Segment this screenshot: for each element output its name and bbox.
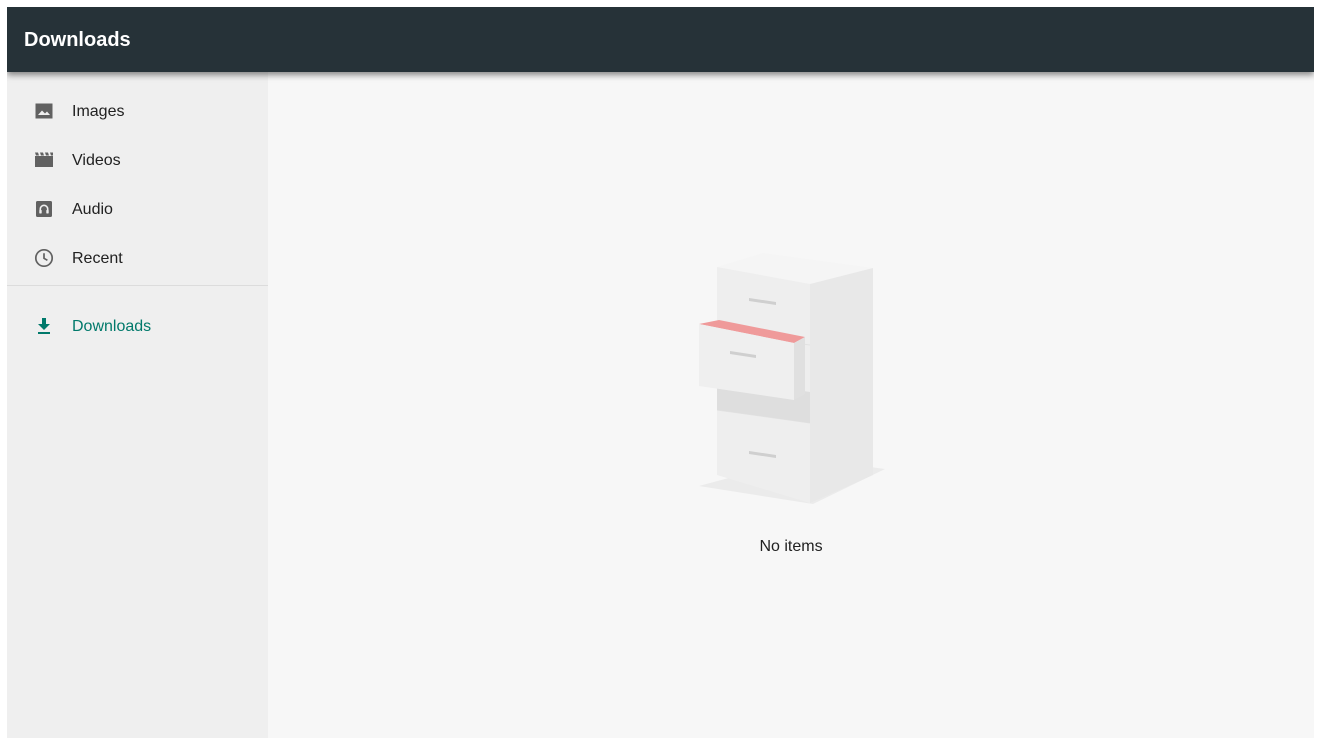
sidebar-item-recent[interactable]: Recent [7,237,268,281]
sidebar-item-videos[interactable]: Videos [7,139,268,183]
sidebar-divider [7,285,268,286]
app-window: Downloads Images Videos Audio Recent Dow… [7,7,1314,738]
sidebar-item-downloads[interactable]: Downloads [7,305,268,349]
empty-state-message: No items [759,538,823,555]
sidebar-item-label: Videos [72,152,121,169]
sidebar-item-images[interactable]: Images [7,90,268,134]
clock-icon [34,248,54,268]
navigation-drawer: Images Videos Audio Recent Downloads [7,72,268,738]
page-title: Downloads [24,29,131,51]
top-app-bar: Downloads [7,7,1314,72]
movie-icon [35,152,53,167]
directory-content: No items [268,72,1314,738]
image-icon [35,103,53,119]
audio-icon [36,201,52,217]
sidebar-item-label: Downloads [72,318,152,335]
empty-cabinet-illustration [699,253,885,504]
sidebar-item-label: Images [72,103,125,120]
sidebar-item-audio[interactable]: Audio [7,188,268,232]
sidebar-item-label: Recent [72,250,123,267]
sidebar-item-label: Audio [72,201,113,218]
download-icon [38,318,50,334]
